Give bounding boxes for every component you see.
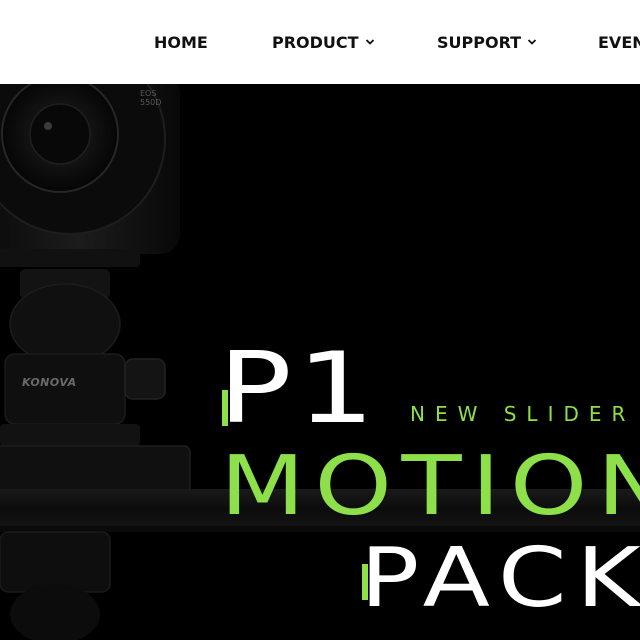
chevron-down-icon (527, 38, 537, 45)
hero-model-title: P1 (218, 332, 380, 446)
hero-headline-motion: MOTION (220, 439, 640, 534)
nav-item-product-label: PRODUCT (272, 33, 359, 52)
nav-item-product[interactable]: PRODUCT (272, 33, 375, 52)
hero-headline-pack: PACK (360, 531, 640, 626)
accent-bar (362, 564, 368, 600)
nav-item-support-label: SUPPORT (437, 33, 522, 52)
accent-bar (222, 390, 228, 426)
product-brand-label: KONOVA (22, 376, 77, 389)
nav-item-home[interactable]: HOME (154, 33, 208, 52)
nav-item-events[interactable]: EVEN (598, 33, 640, 52)
top-navigation-bar: HOME PRODUCT SUPPORT EVEN (0, 0, 640, 84)
nav-item-support[interactable]: SUPPORT (437, 33, 537, 52)
hero-banner[interactable]: KONOVA EOS 550D P1 NEW SLIDER MOTION PAC… (0, 84, 640, 640)
hero-tagline: NEW SLIDER (410, 402, 636, 426)
camera-model-badge: EOS 550D (140, 89, 162, 107)
nav-item-events-label: EVEN (598, 33, 640, 52)
chevron-down-icon (365, 38, 374, 45)
nav-item-home-label: HOME (154, 33, 208, 52)
